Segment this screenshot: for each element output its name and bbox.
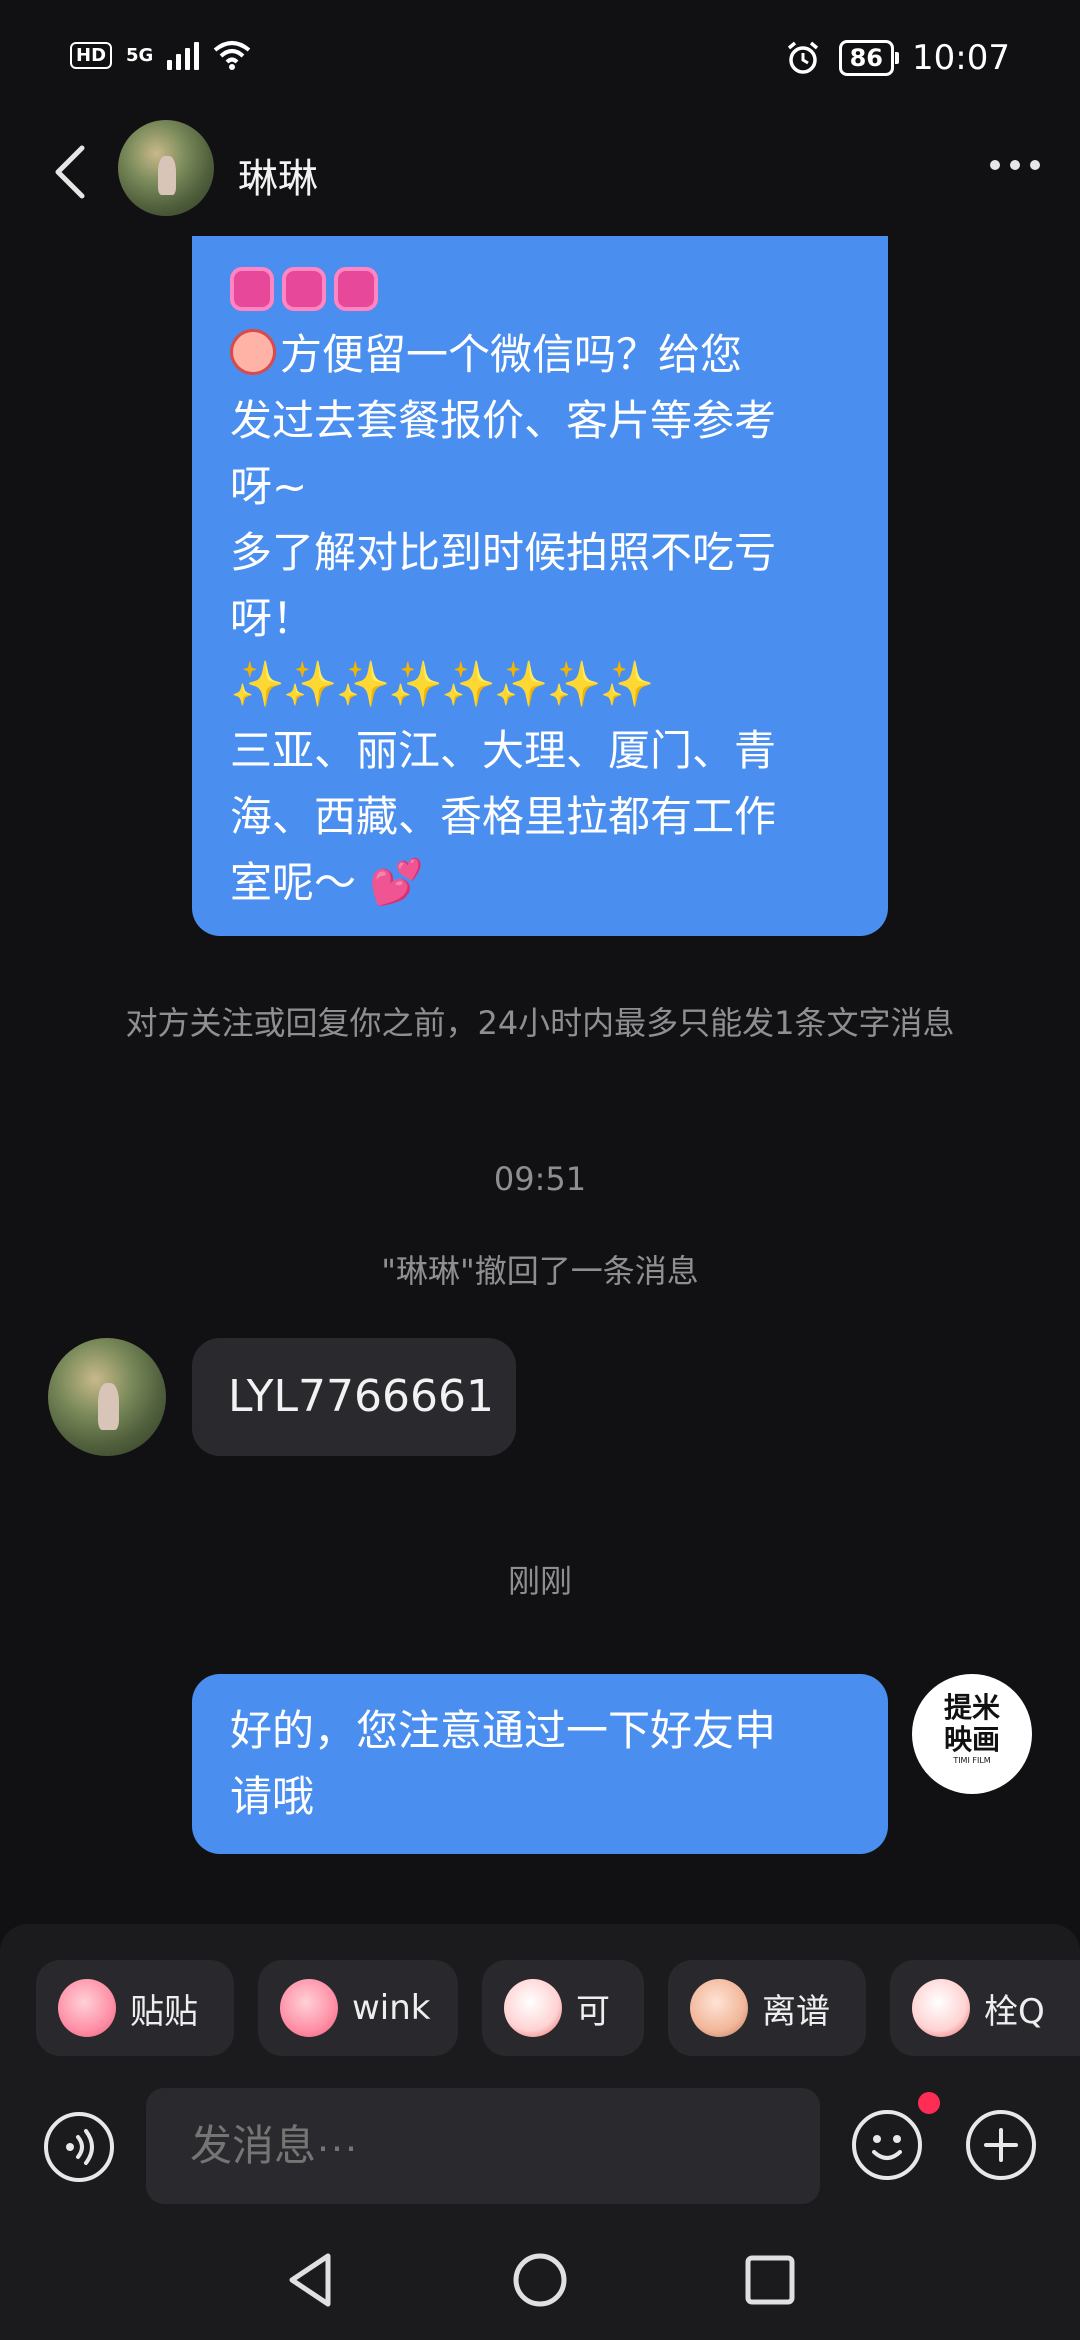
chat-header: 琳琳	[0, 120, 1080, 230]
clock: 10:07	[912, 38, 1010, 78]
two-hearts-emoji-icon: 💕	[369, 857, 425, 908]
timestamp: 刚刚	[507, 1562, 572, 1600]
emoji-icon[interactable]	[850, 2108, 924, 2182]
sticker-label: 栓Q	[984, 1991, 1045, 2032]
sent-message-bubble[interactable]: 方便留一个微信吗？给您 发过去套餐报价、客片等参考 呀~ 多了解对比到时候拍照不…	[192, 236, 888, 936]
wifi-icon	[214, 41, 251, 70]
message-text: LYL7766661	[228, 1371, 495, 1422]
network-type-label: 5G	[126, 44, 154, 66]
sticker-label: 贴贴	[130, 1991, 198, 2032]
message-text: 好的，您注意通过一下好友申	[230, 1706, 777, 1755]
timestamp: 09:51	[493, 1160, 587, 1198]
quick-sticker-ke[interactable]: 可	[482, 1960, 644, 2056]
hd-icon: HD	[70, 41, 113, 69]
message-text: 方便留一个微信吗？给您	[280, 330, 743, 379]
studio-logo-sub: TIMI FILM	[953, 1756, 991, 1765]
my-avatar[interactable]: 提米 映画 TIMI FILM	[912, 1674, 1032, 1794]
plus-icon[interactable]	[964, 2108, 1038, 2182]
notification-dot	[918, 2092, 940, 2114]
message-text: 海、西藏、香格里拉都有工作	[230, 792, 777, 841]
studio-logo-line: 提米	[943, 1691, 1000, 1724]
sparkles-emoji-row: ✨✨✨✨✨✨✨✨	[230, 659, 654, 710]
status-right: 86 10:07	[785, 38, 1010, 78]
battery-icon: 86	[838, 40, 900, 76]
message-text: 呀！	[230, 594, 315, 643]
contact-name[interactable]: 琳琳	[238, 146, 318, 204]
sticker-label: wink	[352, 1988, 431, 2028]
system-notice: 对方关注或回复你之前，24小时内最多只能发1条文字消息	[125, 1004, 955, 1042]
contact-avatar[interactable]	[118, 120, 214, 216]
more-options-icon[interactable]	[990, 160, 1040, 170]
received-message-bubble[interactable]: LYL7766661	[192, 1338, 516, 1456]
quick-sticker-lipu[interactable]: 离谱	[668, 1960, 866, 2056]
contact-avatar[interactable]	[48, 1338, 166, 1456]
recall-notice: "琳琳"撤回了一条消息	[381, 1252, 699, 1290]
sticker-shuanq-icon	[912, 1979, 970, 2037]
sticker-label: 可	[576, 1991, 610, 2032]
sticker-tietie-icon	[58, 1979, 116, 2037]
nav-back-icon[interactable]	[270, 2240, 350, 2320]
sticker-ke-icon	[504, 1979, 562, 2037]
quick-sticker-tietie[interactable]: 贴贴	[36, 1960, 234, 2056]
message-text: 室呢～	[230, 858, 357, 907]
nav-recents-icon[interactable]	[730, 2240, 810, 2320]
voice-icon[interactable]	[42, 2110, 116, 2184]
sticker-label: 离谱	[762, 1991, 830, 2032]
message-text: 呀~	[230, 462, 308, 511]
sticker-lipu-icon	[690, 1979, 748, 2037]
heart-emoji-icon	[334, 267, 378, 311]
message-input[interactable]	[146, 2088, 820, 2204]
nav-home-icon[interactable]	[500, 2240, 580, 2320]
heart-emoji-row	[230, 256, 858, 322]
signal-icon	[167, 40, 200, 70]
quick-sticker-shuanq[interactable]: 栓Q	[890, 1960, 1080, 2056]
status-left: HD 5G	[70, 40, 251, 70]
heart-emoji-icon	[282, 267, 326, 311]
message-text: 三亚、丽江、大理、厦门、青	[230, 726, 777, 775]
alarm-icon	[787, 41, 818, 74]
quick-sticker-wink[interactable]: wink	[258, 1960, 458, 2056]
back-arrow-icon[interactable]	[44, 142, 104, 202]
message-text: 请哦	[230, 1772, 315, 1821]
pleading-face-emoji-icon	[230, 329, 276, 375]
status-bar: HD 5G 86 10:07	[0, 0, 1080, 120]
sticker-wink-icon	[280, 1979, 338, 2037]
message-text: 多了解对比到时候拍照不吃亏	[230, 528, 777, 577]
message-text: 发过去套餐报价、客片等参考	[230, 396, 777, 445]
sent-message-bubble[interactable]: 好的，您注意通过一下好友申 请哦	[192, 1674, 888, 1854]
studio-logo-line: 映画	[943, 1723, 1000, 1756]
heart-emoji-icon	[230, 267, 274, 311]
